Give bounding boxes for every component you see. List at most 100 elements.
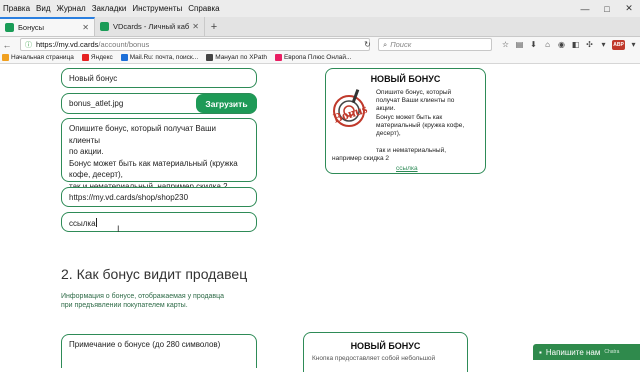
bookmark-icon [274,54,282,61]
menu-edit[interactable]: Правка [0,4,33,13]
puzzle-icon[interactable]: ✣ [584,39,595,50]
bookmark-label: Мануал по XPath [215,54,267,61]
link-url-input[interactable]: https://my.vd.cards/shop/shop230 [61,187,257,207]
preview-line: например скидка 2 [332,155,390,163]
seller-preview-hint: Кнопка предоставляет собой небольшой [312,355,436,362]
bookmark-europa-plus[interactable]: Европа Плюс Онлай... [273,54,357,61]
search-icon: ⌕ [383,39,388,49]
preview-description: Опишите бонус, который получат Ваши клие… [376,89,484,138]
description-line: Опишите бонус, который получат Ваши клие… [69,124,217,145]
chat-widget-button[interactable]: ▪ Напишите нам Chatra [533,344,640,360]
tab-bonuses[interactable]: Бонусы ✕ [0,17,95,36]
bookmark-icon [120,54,128,61]
url-host: https://my.vd.cards [36,40,99,49]
description-line: кофе, десерт), [69,170,123,179]
seller-preview-title: НОВЫЙ БОНУС [350,341,421,351]
link-text-input[interactable]: ссылка [61,212,257,232]
preview-line: Бонус может быть как [376,113,443,121]
bookmark-label: Mail.Ru: почта, поиск... [129,54,199,61]
menu-tools[interactable]: Инструменты [129,4,185,13]
search-placeholder: Поиск [390,40,412,49]
bonus-description-textarea[interactable]: Опишите бонус, который получат Ваши клие… [61,118,257,191]
url-path: /account/bonus [98,40,150,49]
preview-line: акции. [376,105,396,113]
window-controls: — □ ✕ [574,0,640,17]
bookmark-label: Европа Плюс Онлай... [283,54,352,61]
bookmarks-bar: Начальная страница Яндекс Mail.Ru: почта… [0,52,640,64]
download-icon[interactable]: ⬇ [528,39,539,50]
bookmark-icon [81,54,89,61]
bonus-preview-card: НОВЫЙ БОНУС Bonus Опишите бонус, который… [325,68,486,174]
bookmark-label: Яндекс [90,54,113,61]
preview-line: Опишите бонус, который [376,89,452,96]
toolbar-icons: ☆ ▤ ⬇ ⌂ ◉ ◧ ✣ ▾ ABP ▾ ≡ [500,37,640,52]
description-line: по акции. [69,147,104,156]
search-input[interactable]: ⌕ Поиск [378,38,492,51]
reload-icon[interactable]: ↻ [362,39,373,50]
new-tab-button[interactable]: + [205,17,223,36]
star-icon[interactable]: ☆ [500,39,511,50]
close-window-button[interactable]: ✕ [618,0,640,17]
preview-title: НОВЫЙ БОНУС [370,74,441,84]
tab-label: VDcards - Личный кабинет [113,22,190,31]
close-tab-icon[interactable]: ✕ [192,22,199,31]
preview-line: получат Ваши клиенты по [376,97,455,105]
pocket-icon[interactable]: ◉ [556,39,567,50]
page-content: Новый бонус bonus_atlet.jpg Загрузить Оп… [0,64,640,372]
info-line: Информация о бонусе, отображаемая у прод… [61,293,225,300]
chat-provider: Chatra [604,349,620,355]
bookmark-icon [206,54,214,61]
preview-line: так и нематериальный, [376,147,447,154]
info-icon[interactable]: ⓘ [25,40,32,50]
text-cursor [95,218,97,227]
bookmark-mailru[interactable]: Mail.Ru: почта, поиск... [119,54,204,61]
preview-description-tail: так и нематериальный, например скидка 2 [332,147,482,163]
address-bar[interactable]: ⓘ https://my.vd.cards/account/bonus [20,38,370,51]
seller-note-label: Примечание о бонусе (до 280 символов) [69,340,221,349]
bookmark-yandex[interactable]: Яндекс [80,54,119,61]
link-url-value: https://my.vd.cards/shop/shop230 [69,193,189,202]
upload-button[interactable]: Загрузить [196,94,257,113]
bonus-name-value: Новый бонус [69,74,118,83]
preview-line: материальный (кружка кофе, [376,121,465,129]
home-icon[interactable]: ⌂ [542,39,553,50]
close-tab-icon[interactable]: ✕ [82,23,89,32]
mouse-cursor-icon: I [117,224,120,234]
menu-help[interactable]: Справка [185,4,222,13]
bookmark-icon [2,54,9,61]
link-text-value: ссылка [69,219,96,228]
section-heading: 2. Как бонус видит продавец [61,266,248,282]
navigation-bar: ← ⓘ https://my.vd.cards/account/bonus ↻ … [0,37,640,52]
description-line: Бонус может быть как материальный (кружк… [69,158,238,168]
image-file-value: bonus_atlet.jpg [69,99,124,108]
adblock-icon[interactable]: ABP [612,39,625,50]
bookmark-xpath[interactable]: Мануал по XPath [204,54,273,61]
chevron-down-icon[interactable]: ▾ [598,39,609,50]
section-info: Информация о бонусе, отображаемая у прод… [61,292,224,310]
bookmark-start-page[interactable]: Начальная страница [0,54,80,61]
extension-icon[interactable]: ◧ [570,39,581,50]
bonus-logo-image: Bonus [331,89,368,127]
maximize-button[interactable]: □ [596,0,618,17]
menu-history[interactable]: Журнал [54,4,89,13]
chat-bubble-icon: ▪ [539,347,542,357]
tab-label: Бонусы [18,23,45,32]
preview-link[interactable]: ссылка [396,165,418,172]
seller-preview-card: НОВЫЙ БОНУС Кнопка предоставляет собой н… [303,332,468,372]
tab-strip: Бонусы ✕ VDcards - Личный кабинет ✕ + [0,17,640,37]
minimize-button[interactable]: — [574,0,596,17]
bookmark-label: Начальная страница [11,54,74,61]
tab-vdcards-cabinet[interactable]: VDcards - Личный кабинет ✕ [95,17,205,36]
preview-line: десерт), [376,130,401,138]
info-line: при предъявлении покупателем карты. [61,302,188,309]
bonus-logo-text: Bonus [331,101,368,126]
back-button[interactable]: ← [0,38,14,52]
menu-bookmarks[interactable]: Закладки [89,4,130,13]
reading-list-icon[interactable]: ▤ [514,39,525,50]
chevron-down-icon[interactable]: ▾ [628,39,639,50]
bonus-name-input[interactable]: Новый бонус [61,68,257,88]
seller-note-input[interactable]: Примечание о бонусе (до 280 символов) [61,334,257,368]
site-favicon-icon [5,23,14,32]
menu-view[interactable]: Вид [33,4,53,13]
menu-bar: Правка Вид Журнал Закладки Инструменты С… [0,0,640,17]
